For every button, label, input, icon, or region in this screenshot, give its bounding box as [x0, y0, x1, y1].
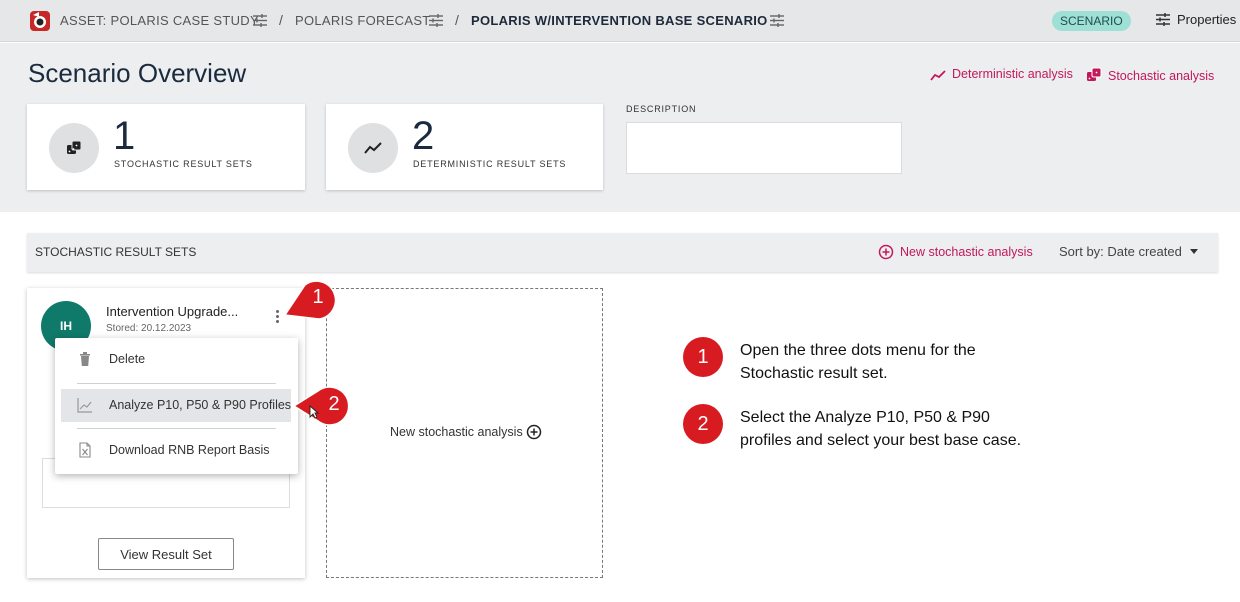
trend-line-icon: [930, 70, 946, 81]
chart-line-icon: [77, 398, 92, 413]
description-label: DESCRIPTION: [626, 104, 697, 114]
menu-item-label: Analyze P10, P50 & P90 Profiles: [109, 398, 292, 412]
properties-label: Properties: [1177, 12, 1237, 27]
step-2-text: Select the Analyze P10, P50 & P90 profil…: [740, 406, 1021, 452]
new-stochastic-analysis-link[interactable]: New stochastic analysis: [878, 244, 1033, 260]
description-field[interactable]: [626, 122, 902, 174]
properties-button[interactable]: Properties: [1155, 12, 1236, 27]
menu-item-label: Download RNB Report Basis: [109, 443, 270, 457]
breadcrumb-separator: /: [279, 12, 283, 28]
step-2-circle: 2: [683, 404, 723, 444]
deterministic-count-label: DETERMINISTIC RESULT SETS: [413, 159, 567, 169]
step-1-circle: 1: [683, 337, 723, 377]
menu-item-delete[interactable]: Delete: [61, 343, 291, 376]
step-1-line-1: Open the three dots menu for the: [740, 342, 976, 359]
step-2-line-1: Select the Analyze P10, P50 & P90: [740, 409, 990, 426]
add-circle-icon: [878, 244, 894, 260]
sort-dropdown[interactable]: Sort by: Date created: [1059, 244, 1198, 259]
result-set-date: Stored: 20.12.2023: [106, 323, 192, 334]
app-logo-icon[interactable]: [28, 9, 52, 33]
deterministic-analysis-label: Deterministic analysis: [952, 67, 1073, 81]
deterministic-stat-card: 2 DETERMINISTIC RESULT SETS: [326, 104, 603, 190]
excel-file-icon: [79, 442, 91, 458]
menu-divider: [77, 428, 276, 429]
step-1-text: Open the three dots menu for the Stochas…: [740, 339, 976, 385]
mouse-cursor-icon: [309, 405, 319, 419]
sliders-icon: [1156, 13, 1170, 26]
stochastic-stat-card: 1 STOCHASTIC RESULT SETS: [27, 104, 305, 190]
more-options-icon[interactable]: [272, 310, 282, 326]
sliders-icon[interactable]: [769, 13, 785, 28]
top-bar: ASSET: POLARIS CASE STUDY / POLARIS FORE…: [0, 0, 1240, 42]
sliders-icon[interactable]: [252, 13, 268, 28]
add-circle-icon: [526, 424, 541, 440]
stochastic-count: 1: [113, 114, 136, 158]
section-title: STOCHASTIC RESULT SETS: [35, 245, 197, 259]
menu-divider: [77, 383, 276, 384]
callout-number-2: 2: [328, 393, 340, 415]
result-set-title: Intervention Upgrade...: [106, 304, 239, 319]
breadcrumb-separator: /: [455, 12, 459, 28]
breadcrumb-forecast[interactable]: POLARIS FORECAST: [295, 13, 431, 28]
deterministic-count: 2: [412, 114, 435, 158]
new-analysis-card[interactable]: New stochastic analysis: [326, 288, 603, 578]
new-analysis-label: New stochastic analysis: [390, 425, 523, 439]
sliders-icon[interactable]: [428, 13, 444, 28]
sort-label: Sort by: Date created: [1059, 244, 1182, 259]
page-title: Scenario Overview: [28, 58, 247, 88]
step-2-line-2: profiles and select your best base case.: [740, 432, 1022, 449]
dice-icon: [49, 123, 99, 173]
context-menu: Delete Analyze P10, P50 & P90 Profiles D…: [55, 338, 298, 474]
trash-icon: [80, 352, 90, 366]
scenario-badge: SCENARIO: [1052, 11, 1131, 31]
menu-item-analyze-profiles[interactable]: Analyze P10, P50 & P90 Profiles: [61, 389, 291, 422]
stochastic-analysis-link[interactable]: Stochastic analysis: [1086, 67, 1214, 83]
view-result-set-button[interactable]: View Result Set: [98, 538, 234, 570]
menu-item-download-report[interactable]: Download RNB Report Basis: [61, 434, 291, 467]
caret-down-icon: [1189, 249, 1198, 254]
dice-icon: [1087, 67, 1102, 81]
breadcrumb-asset[interactable]: ASSET: POLARIS CASE STUDY: [60, 13, 259, 28]
new-stochastic-analysis-label: New stochastic analysis: [900, 245, 1033, 259]
deterministic-analysis-link[interactable]: Deterministic analysis: [930, 67, 1073, 81]
stochastic-count-label: STOCHASTIC RESULT SETS: [114, 159, 253, 169]
callout-number-1: 1: [312, 286, 324, 308]
menu-item-label: Delete: [109, 352, 146, 366]
step-1-line-2: Stochastic result set.: [740, 365, 888, 382]
stochastic-analysis-label: Stochastic analysis: [1108, 69, 1215, 83]
stochastic-section-bar: STOCHASTIC RESULT SETS New stochastic an…: [27, 233, 1218, 272]
new-analysis-card-label: New stochastic analysis: [390, 424, 542, 440]
trend-line-icon: [348, 123, 398, 173]
breadcrumb-scenario: POLARIS W/INTERVENTION BASE SCENARIO: [471, 13, 768, 28]
